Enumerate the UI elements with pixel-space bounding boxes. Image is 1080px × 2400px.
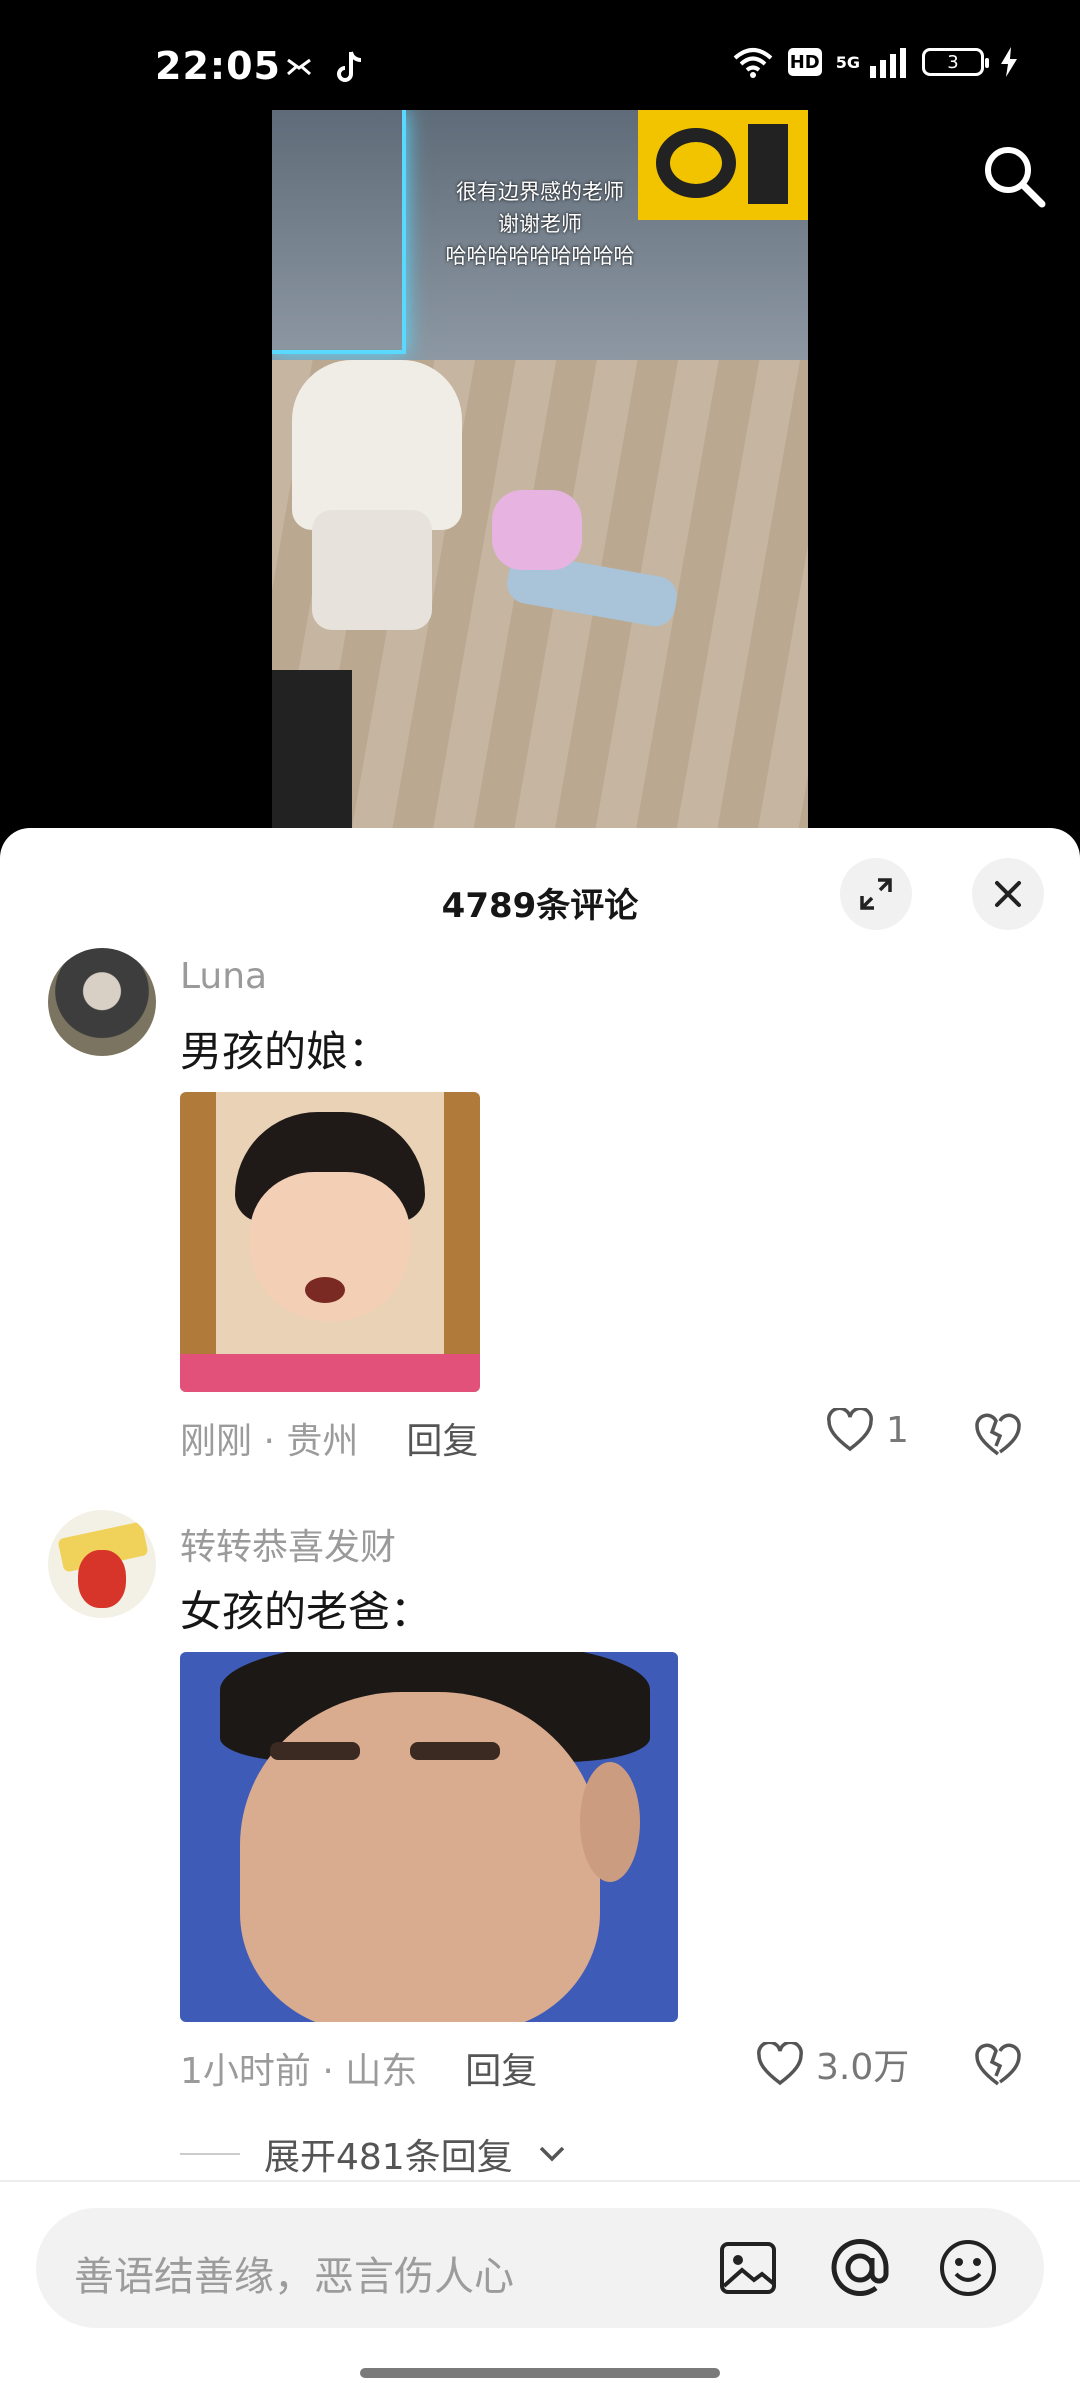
video-caption-1: 很有边界感的老师: [456, 180, 624, 204]
wifi-icon: [733, 48, 773, 78]
comments-sheet: 4789条评论 Luna 男孩的娘： 刚刚 · 贵州 回复 1 转转恭喜发财 女…: [0, 828, 1080, 2400]
comment-time-location: 1小时前 · 山东: [180, 2051, 418, 2092]
broken-heart-icon[interactable]: [974, 2042, 1022, 2090]
expand-replies-button[interactable]: 展开481条回复: [180, 2128, 567, 2180]
like-button[interactable]: 3.0万: [756, 2038, 909, 2090]
battery-indicator: 3: [922, 48, 989, 76]
heart-icon: [757, 2042, 803, 2086]
search-icon[interactable]: [978, 140, 1048, 210]
status-time: 22:05: [155, 44, 281, 88]
broken-heart-icon[interactable]: [974, 1412, 1022, 1460]
heart-icon: [827, 1408, 873, 1452]
hd-badge: HD: [787, 48, 822, 76]
chevron-down-icon: [539, 2146, 564, 2162]
input-divider: [0, 2180, 1080, 2182]
like-count: 3.0万: [816, 2047, 910, 2088]
expand-button[interactable]: [840, 858, 912, 930]
video-person-adult: [292, 360, 462, 530]
avatar[interactable]: [48, 1510, 156, 1618]
comment-time-location: 刚刚 · 贵州: [180, 1421, 359, 1462]
comment-username[interactable]: Luna: [180, 956, 267, 997]
like-count: 1: [886, 1409, 909, 1451]
tiktok-icon: [337, 51, 362, 82]
comment-text: 女孩的老爸：: [180, 1587, 433, 1636]
status-right: HD 5G 3: [732, 46, 1020, 78]
signal-icon: [870, 48, 906, 78]
status-left-icons: [285, 50, 365, 84]
video-dark-object: [272, 670, 352, 830]
image-icon[interactable]: [716, 2236, 780, 2300]
comment-input-placeholder: 善语结善缘，恶言伤人心: [74, 2254, 514, 2300]
expand-icon: [860, 878, 892, 910]
video-caption-2: 谢谢老师: [498, 212, 582, 236]
emoji-icon[interactable]: [936, 2236, 1000, 2300]
comment-text: 男孩的娘：: [180, 1027, 391, 1076]
mail-icon: [287, 58, 311, 76]
comment-sticker-image[interactable]: [180, 1652, 678, 2022]
like-button[interactable]: 1: [826, 1408, 909, 1452]
comment-meta: 刚刚 · 贵州 回复: [180, 1412, 478, 1464]
video-person-adult-legs: [312, 510, 432, 630]
video-person-kid: [492, 490, 582, 570]
comments-count-title: 4789条评论: [441, 886, 639, 926]
video-frame[interactable]: 很有边界感的老师 谢谢老师 哈哈哈哈哈哈哈哈哈: [272, 110, 808, 830]
comment-sticker-image[interactable]: [180, 1092, 480, 1392]
expand-replies-label: 展开481条回复: [264, 2137, 513, 2178]
status-bar: 22:05 HD 5G 3: [0, 0, 1080, 110]
comment-username[interactable]: 转转恭喜发财: [180, 1518, 396, 1570]
video-player[interactable]: 很有边界感的老师 谢谢老师 哈哈哈哈哈哈哈哈哈: [0, 110, 1080, 830]
home-indicator[interactable]: [360, 2368, 720, 2378]
reply-button[interactable]: 回复: [406, 1421, 478, 1462]
avatar[interactable]: [48, 948, 156, 1056]
close-icon: [995, 881, 1021, 907]
reply-button[interactable]: 回复: [465, 2051, 537, 2092]
network-type: 5G: [835, 52, 860, 72]
at-icon[interactable]: [828, 2236, 892, 2300]
video-caption-3: 哈哈哈哈哈哈哈哈哈: [445, 244, 635, 268]
charging-icon: [1001, 47, 1017, 77]
comment-input[interactable]: 善语结善缘，恶言伤人心: [36, 2208, 1044, 2328]
comment-meta: 1小时前 · 山东 回复: [180, 2042, 537, 2094]
expand-divider-line: [180, 2153, 240, 2155]
close-button[interactable]: [972, 858, 1044, 930]
